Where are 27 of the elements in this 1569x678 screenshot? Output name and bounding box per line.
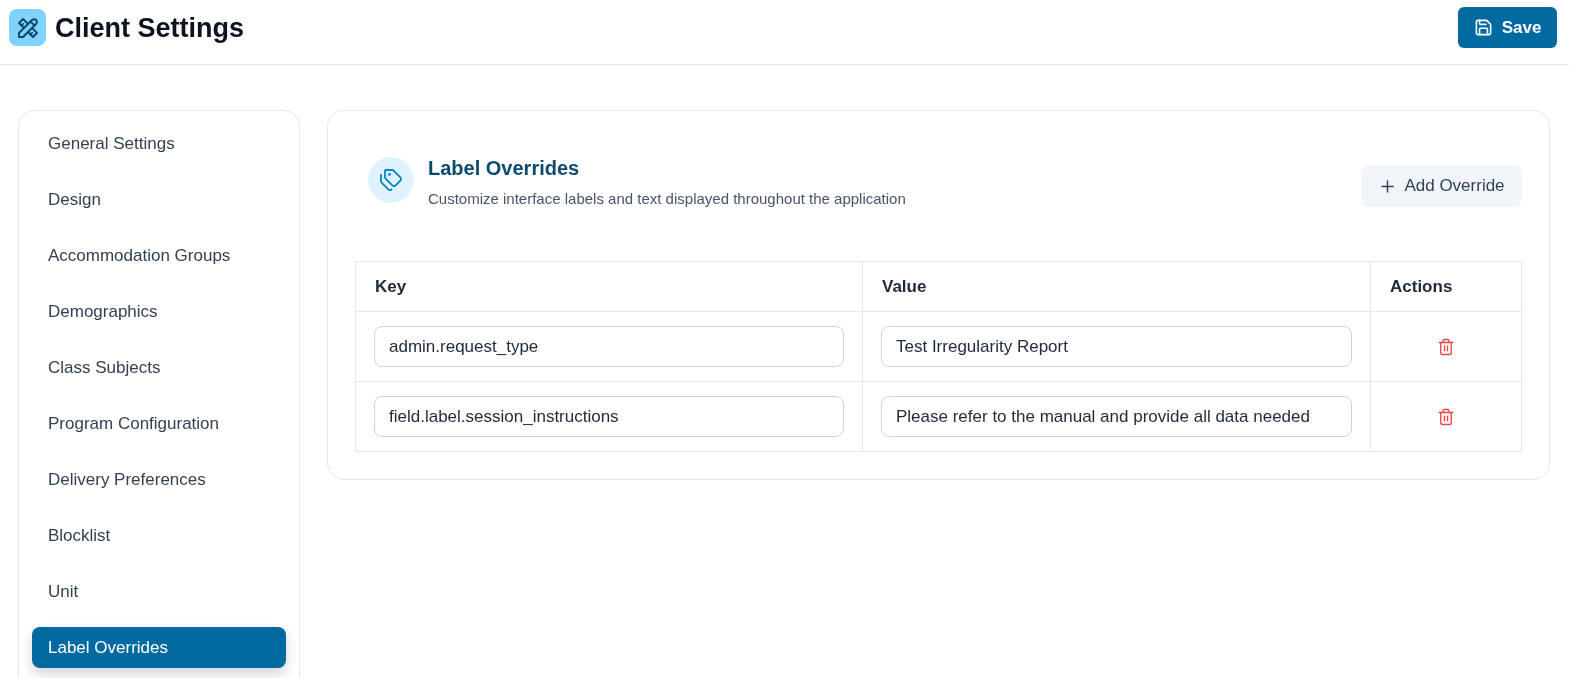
sidebar-item[interactable]: Unit bbox=[32, 571, 286, 612]
key-input[interactable]: field.label.session_instructions bbox=[374, 396, 844, 437]
column-header: Key bbox=[355, 261, 863, 312]
column-header: Value bbox=[862, 261, 1371, 312]
tools-icon bbox=[9, 9, 46, 46]
sidebar-item[interactable]: Class Subjects bbox=[32, 347, 286, 388]
add-override-button[interactable]: Add Override bbox=[1361, 165, 1522, 207]
trash-icon[interactable] bbox=[1437, 407, 1455, 426]
sidebar-item[interactable]: Accommodation Groups bbox=[32, 235, 286, 276]
sidebar-item[interactable]: Demographics bbox=[32, 291, 286, 332]
sidebar-item[interactable]: Label Overrides bbox=[32, 627, 286, 668]
sidebar-item[interactable]: General Settings bbox=[32, 123, 286, 164]
column-header: Actions bbox=[1370, 261, 1522, 312]
trash-icon[interactable] bbox=[1437, 337, 1455, 356]
sidebar-item[interactable]: Design bbox=[32, 179, 286, 220]
panel-subtitle: Customize interface labels and text displayed throughout the application bbox=[428, 190, 906, 208]
key-input[interactable]: admin.request_type bbox=[374, 326, 844, 367]
save-icon bbox=[1473, 18, 1493, 37]
page-title: Client Settings bbox=[55, 11, 244, 44]
sidebar-item[interactable]: Blocklist bbox=[32, 515, 286, 556]
sidebar-item[interactable]: Delivery Preferences bbox=[32, 459, 286, 500]
panel-title: Label Overrides bbox=[428, 156, 581, 180]
tags-icon bbox=[368, 157, 414, 203]
value-input[interactable]: Please refer to the manual and provide all data needed bbox=[881, 396, 1352, 437]
value-input[interactable]: Test Irregularity Report bbox=[881, 326, 1352, 367]
sidebar-item[interactable]: Program Configuration bbox=[32, 403, 286, 444]
save-button[interactable]: Save bbox=[1458, 7, 1557, 48]
